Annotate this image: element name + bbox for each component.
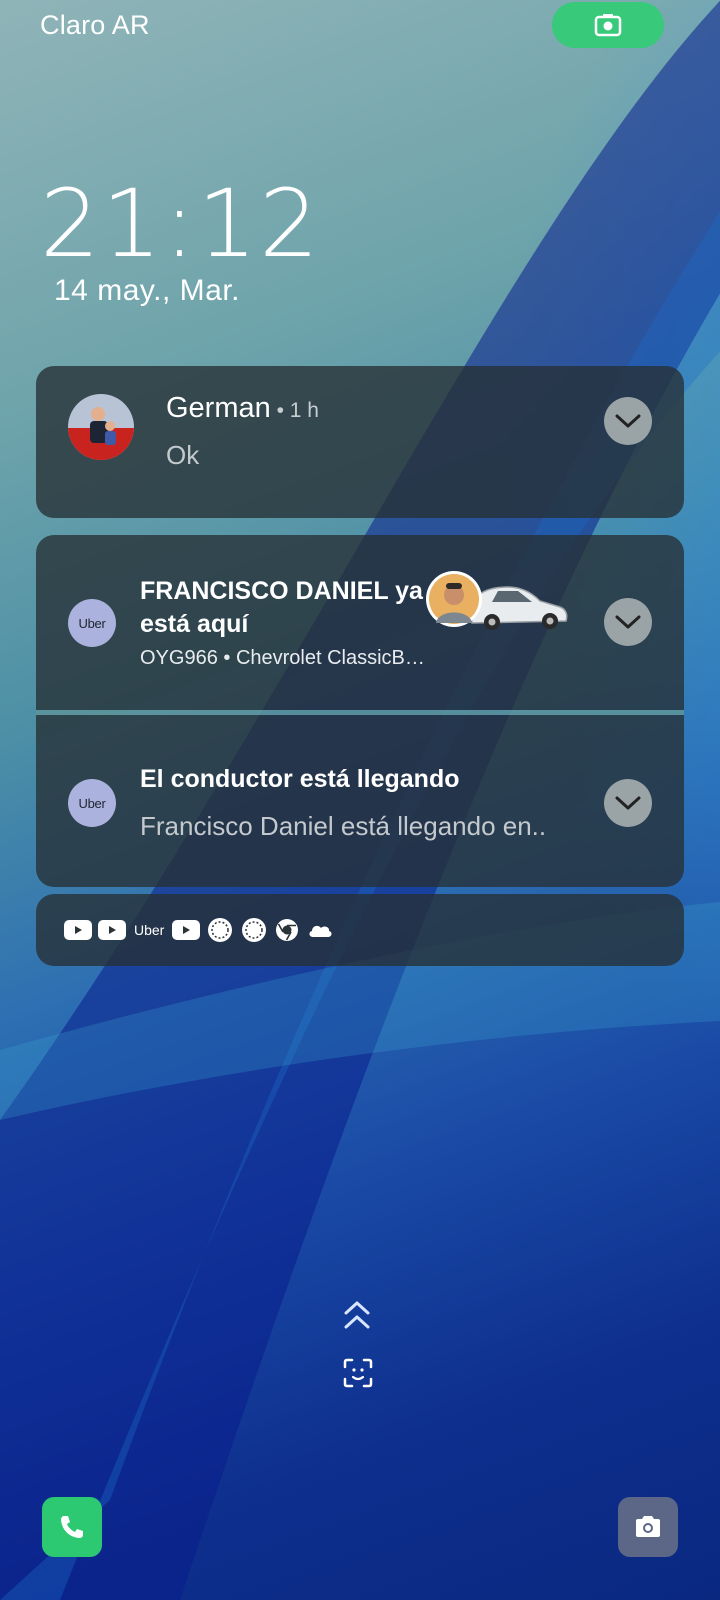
expand-button[interactable] — [604, 397, 652, 445]
uber-text-icon: Uber — [134, 922, 165, 938]
expand-button[interactable] — [604, 779, 652, 827]
camera-icon — [636, 1516, 660, 1537]
youtube-icon — [98, 920, 126, 940]
screen-record-icon — [594, 14, 622, 37]
notification-icons-tray[interactable]: Uber — [36, 894, 684, 966]
driver-car-image — [426, 571, 568, 630]
chevron-down-icon — [615, 414, 641, 428]
lockscreen-date: 14 may., Mar. — [54, 274, 241, 307]
chrome-icon — [276, 919, 299, 941]
notification-subtitle: OYG966 • Chevrolet ClassicB… — [140, 647, 425, 669]
sun-icon — [208, 918, 233, 942]
screen-record-indicator[interactable] — [552, 2, 664, 48]
notification-german[interactable]: German • 1 h Ok — [36, 366, 684, 518]
sun-icon — [242, 918, 267, 942]
double-chevron-up-icon — [344, 1301, 370, 1329]
uber-app-badge: Uber — [68, 779, 116, 827]
youtube-icon — [172, 920, 201, 940]
phone-shortcut-button[interactable] — [42, 1497, 102, 1557]
notification-time: • 1 h — [270, 399, 319, 422]
phone-icon — [61, 1516, 83, 1538]
contact-avatar — [68, 394, 134, 460]
notification-uber-arrived[interactable]: Uber FRANCISCO DANIEL ya está aquí OYG96… — [36, 535, 684, 710]
uber-app-badge: Uber — [68, 599, 116, 647]
carrier-name: Claro AR — [40, 10, 150, 40]
chevron-down-icon — [615, 615, 641, 629]
notification-sender: German • 1 h — [166, 392, 319, 425]
notification-title: El conductor está llegando — [140, 765, 460, 793]
cloud-icon — [309, 925, 332, 937]
notification-message: Francisco Daniel está llegando en.. — [140, 811, 547, 841]
notification-title: FRANCISCO DANIEL ya está aquí — [140, 577, 423, 638]
lockscreen-clock: 21:12 — [40, 170, 321, 279]
notification-group-uber: Uber FRANCISCO DANIEL ya está aquí OYG96… — [36, 535, 684, 887]
youtube-icon — [64, 920, 92, 940]
chevron-down-icon — [615, 796, 641, 810]
face-scan-icon[interactable] — [343, 1358, 373, 1388]
notification-message: Ok — [166, 440, 200, 470]
camera-shortcut-button[interactable] — [618, 1497, 678, 1557]
sender-name: German — [166, 392, 271, 424]
notification-uber-arriving[interactable]: Uber El conductor está llegando Francisc… — [36, 715, 684, 887]
expand-button[interactable] — [604, 598, 652, 646]
